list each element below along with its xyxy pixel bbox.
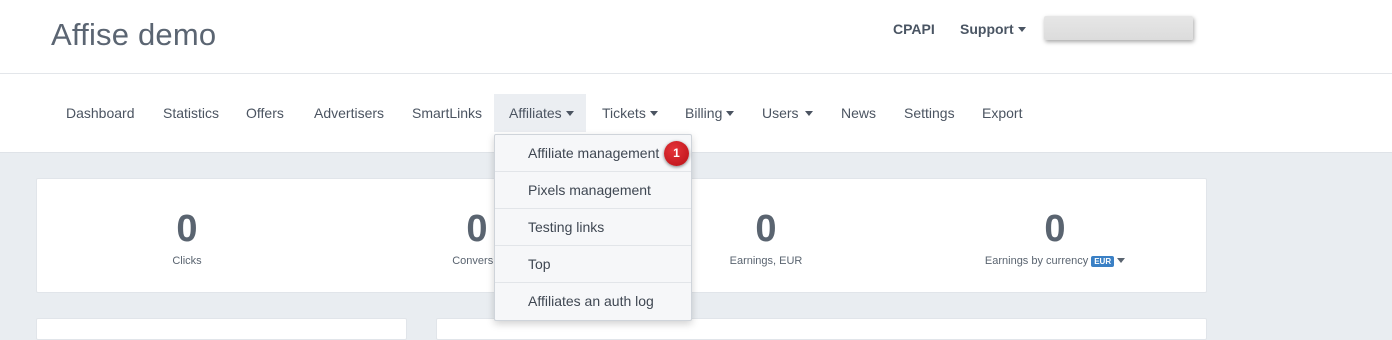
lower-card-right	[436, 318, 1207, 340]
nav-affiliates-label: Affiliates	[509, 105, 562, 121]
nav-affiliates[interactable]: Affiliates	[494, 94, 586, 132]
cpapi-link[interactable]: CPAPI	[893, 21, 935, 37]
nav-settings[interactable]: Settings	[889, 94, 970, 132]
caret-down-icon	[726, 110, 735, 116]
stat-value: 0	[1044, 208, 1066, 250]
stat-label: Earnings by currency EUR	[955, 255, 1155, 267]
menu-item-testing-links[interactable]: Testing links	[495, 209, 691, 246]
nav-billing-label: Billing	[685, 105, 723, 121]
menu-item-affiliate-management[interactable]: Affiliate management	[495, 135, 691, 172]
lower-card-left	[36, 318, 407, 340]
user-account-box[interactable]	[1044, 16, 1193, 40]
caret-down-icon[interactable]	[1117, 257, 1126, 263]
nav-tickets-label: Tickets	[602, 105, 646, 121]
nav-users-label: Users	[762, 105, 799, 121]
nav-advertisers[interactable]: Advertisers	[299, 94, 399, 132]
currency-badge[interactable]: EUR	[1091, 255, 1115, 267]
affiliates-dropdown-menu: Affiliate management Pixels management T…	[494, 134, 692, 321]
nav-offers[interactable]: Offers	[231, 94, 299, 132]
nav-statistics[interactable]: Statistics	[148, 94, 234, 132]
support-label: Support	[960, 21, 1014, 37]
top-header: Affise demo CPAPI Support	[0, 0, 1392, 74]
stat-earnings-eur: 0 Earnings, EUR	[666, 209, 866, 267]
nav-billing[interactable]: Billing	[670, 94, 749, 132]
menu-item-pixels-management[interactable]: Pixels management	[495, 172, 691, 209]
main-navbar: Dashboard Statistics Offers Advertisers …	[0, 74, 1392, 153]
app-title: Affise demo	[51, 17, 217, 52]
menu-item-affiliates-auth-log[interactable]: Affiliates an auth log	[495, 283, 691, 319]
stat-label: Earnings, EUR	[729, 255, 803, 267]
nav-smartlinks[interactable]: SmartLinks	[397, 94, 497, 132]
stat-label-text: Earnings by currency	[984, 255, 1089, 267]
caret-down-icon	[565, 110, 574, 116]
support-menu[interactable]: Support	[960, 21, 1026, 37]
step-number-badge: 1	[664, 141, 689, 166]
stat-label: Clicks	[172, 255, 202, 267]
nav-dashboard[interactable]: Dashboard	[51, 94, 150, 132]
stat-value: 0	[755, 208, 777, 250]
menu-item-top[interactable]: Top	[495, 246, 691, 283]
caret-down-icon	[1017, 26, 1026, 32]
caret-down-icon	[649, 110, 658, 116]
nav-news[interactable]: News	[826, 94, 891, 132]
stat-clicks: 0 Clicks	[87, 209, 287, 267]
stat-value: 0	[176, 208, 198, 250]
caret-down-icon	[804, 110, 813, 116]
nav-tickets[interactable]: Tickets	[587, 94, 673, 132]
nav-users[interactable]: Users	[747, 94, 828, 132]
nav-export[interactable]: Export	[967, 94, 1037, 132]
stat-earnings-by-currency: 0 Earnings by currency EUR	[955, 209, 1155, 267]
